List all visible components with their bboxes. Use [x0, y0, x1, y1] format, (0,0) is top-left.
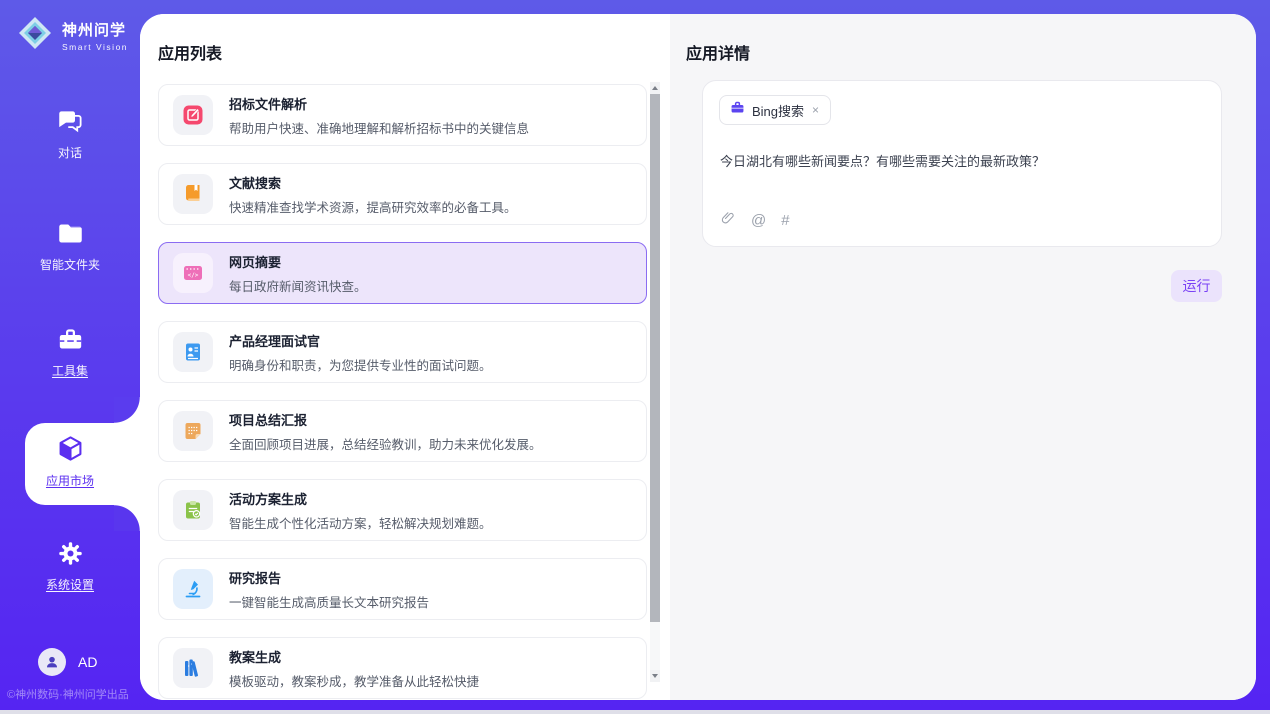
paperclip-icon[interactable]	[720, 209, 736, 232]
note-icon	[173, 411, 213, 451]
app-detail-title: 应用详情	[686, 40, 750, 64]
app-card-web-summary[interactable]: </> 网页摘要 每日政府新闻资讯快查。	[158, 242, 647, 304]
document-edit-icon	[173, 95, 213, 135]
triangle-down-icon	[652, 674, 658, 678]
folder-icon	[57, 220, 84, 248]
scrollbar-thumb[interactable]	[650, 94, 660, 622]
briefcase-icon	[730, 100, 745, 120]
close-icon[interactable]: ×	[811, 103, 820, 117]
app-description: 帮助用户快速、准确地理解和解析招标书中的关键信息	[229, 118, 529, 137]
app-title: 活动方案生成	[229, 489, 492, 508]
brand-subtitle: Smart Vision	[62, 42, 128, 52]
app-logo: 神州问学 Smart Vision	[16, 14, 128, 57]
app-card-project-summary[interactable]: 项目总结汇报 全面回顾项目进展，总结经验教训，助力未来优化发展。	[158, 400, 647, 462]
sidebar-item-settings[interactable]: 系统设置	[0, 540, 140, 593]
app-title: 文献搜索	[229, 173, 517, 192]
chat-icon	[57, 108, 84, 136]
tool-tag-label: Bing搜索	[752, 101, 804, 120]
app-list-scrollbar[interactable]	[650, 82, 660, 682]
app-description: 一键智能生成高质量长文本研究报告	[229, 592, 429, 611]
sidebar-item-toolset[interactable]: 工具集	[0, 326, 140, 379]
main-content: 应用列表 招标文件解析 帮助用户快速、准确地理解和解析招标书中的关键信息	[140, 14, 1256, 700]
sidebar-item-label: 智能文件夹	[0, 256, 140, 273]
app-title: 网页摘要	[229, 252, 367, 271]
brand-name: 神州问学	[62, 19, 128, 40]
microscope-icon	[173, 569, 213, 609]
app-card-event-plan[interactable]: 活动方案生成 智能生成个性化活动方案，轻松解决规划难题。	[158, 479, 647, 541]
gear-icon	[57, 540, 84, 568]
hash-icon[interactable]: #	[781, 212, 789, 229]
input-toolbar: @ #	[720, 209, 790, 232]
sidebar-item-smart-folder[interactable]: 智能文件夹	[0, 220, 140, 273]
sidebar-item-label: 系统设置	[0, 576, 140, 593]
sidebar-item-app-market[interactable]: 应用市场	[0, 434, 140, 489]
avatar	[38, 648, 66, 676]
user-account[interactable]: AD	[38, 648, 97, 676]
app-card-tender-parse[interactable]: 招标文件解析 帮助用户快速、准确地理解和解析招标书中的关键信息	[158, 84, 647, 146]
app-description: 每日政府新闻资讯快查。	[229, 276, 367, 295]
books-icon	[173, 648, 213, 688]
tool-tag-bing-search[interactable]: Bing搜索 ×	[719, 95, 831, 125]
sidebar-item-chat[interactable]: 对话	[0, 108, 140, 161]
app-list-title: 应用列表	[158, 40, 222, 64]
app-description: 快速精准查找学术资源，提高研究效率的必备工具。	[229, 197, 517, 216]
scroll-up-button[interactable]	[650, 82, 660, 94]
cube-icon	[56, 434, 85, 462]
app-card-pm-interviewer[interactable]: 产品经理面试官 明确身份和职责，为您提供专业性的面试问题。	[158, 321, 647, 383]
sidebar-item-label: 工具集	[0, 362, 140, 379]
toolbox-icon	[57, 326, 84, 354]
app-title: 项目总结汇报	[229, 410, 542, 429]
sidebar: 神州问学 Smart Vision 对话 智能文件夹	[0, 0, 140, 714]
app-description: 模板驱动，教案秒成，教学准备从此轻松快捷	[229, 671, 479, 690]
app-detail-panel: 应用详情 Bing搜索 × 今日湖北有哪些新闻要点？有哪些需要关注的最新政策？	[670, 14, 1256, 700]
app-title: 招标文件解析	[229, 94, 529, 113]
run-button[interactable]: 运行	[1171, 270, 1222, 302]
query-input-card[interactable]: Bing搜索 × 今日湖北有哪些新闻要点？有哪些需要关注的最新政策？ @ #	[702, 80, 1222, 247]
app-description: 明确身份和职责，为您提供专业性的面试问题。	[229, 355, 492, 374]
app-card-research-report[interactable]: 研究报告 一键智能生成高质量长文本研究报告	[158, 558, 647, 620]
app-card-lesson-plan[interactable]: 教案生成 模板驱动，教案秒成，教学准备从此轻松快捷	[158, 637, 647, 699]
app-card-list: 招标文件解析 帮助用户快速、准确地理解和解析招标书中的关键信息 文献搜索 快速精…	[158, 84, 647, 700]
sidebar-item-label: 对话	[0, 144, 140, 161]
app-card-literature-search[interactable]: 文献搜索 快速精准查找学术资源，提高研究效率的必备工具。	[158, 163, 647, 225]
query-text[interactable]: 今日湖北有哪些新闻要点？有哪些需要关注的最新政策？	[720, 152, 1200, 172]
scroll-down-button[interactable]	[650, 670, 660, 682]
app-title: 研究报告	[229, 568, 429, 587]
app-title: 产品经理面试官	[229, 331, 492, 350]
sidebar-item-label: 应用市场	[0, 472, 140, 489]
user-label: AD	[78, 654, 97, 670]
brand-diamond-icon	[16, 14, 54, 57]
triangle-up-icon	[652, 86, 658, 90]
svg-text:</>: </>	[188, 272, 199, 279]
mention-icon[interactable]: @	[751, 212, 766, 229]
app-description: 智能生成个性化活动方案，轻松解决规划难题。	[229, 513, 492, 532]
clipboard-check-icon	[173, 490, 213, 530]
copyright-footer: ©神州数码·神州问学出品	[7, 686, 137, 702]
app-description: 全面回顾项目进展，总结经验教训，助力未来优化发展。	[229, 434, 542, 453]
app-title: 教案生成	[229, 647, 479, 666]
app-list-panel: 应用列表 招标文件解析 帮助用户快速、准确地理解和解析招标书中的关键信息	[140, 14, 670, 700]
web-code-icon: </>	[173, 253, 213, 293]
window-bottom-edge	[0, 710, 1270, 714]
book-icon	[173, 174, 213, 214]
resume-icon	[173, 332, 213, 372]
